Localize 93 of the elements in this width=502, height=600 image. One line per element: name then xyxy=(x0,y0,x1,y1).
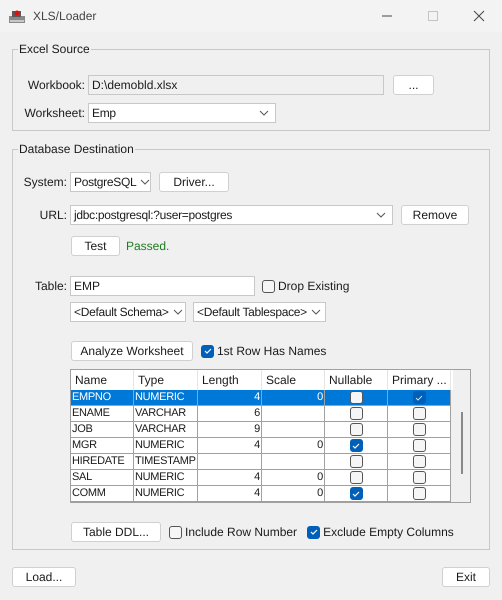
table-cell xyxy=(262,406,325,422)
table-row[interactable]: COMM NUMERIC 4 0 xyxy=(71,486,453,502)
table-cell: NUMERIC xyxy=(134,390,198,406)
checkbox[interactable] xyxy=(350,423,362,436)
table-cell: NUMERIC xyxy=(134,470,198,486)
table-cell: ENAME xyxy=(71,406,134,422)
check-icon xyxy=(204,348,212,354)
checkbox[interactable] xyxy=(350,471,362,484)
table-cell xyxy=(198,454,262,470)
chevron-down-icon xyxy=(376,212,386,218)
worksheet-dropdown[interactable]: Emp xyxy=(88,103,276,123)
table-cell xyxy=(262,454,325,470)
checkbox[interactable] xyxy=(412,423,426,436)
test-button[interactable]: Test xyxy=(71,236,120,256)
checkbox[interactable] xyxy=(412,487,426,500)
group-title: Excel Source xyxy=(18,42,91,56)
checkbox[interactable] xyxy=(412,455,426,468)
table-cell: 0 xyxy=(262,486,325,502)
table-cell: EMPNO xyxy=(71,390,134,406)
checkbox-label: Include Row Number xyxy=(185,524,298,541)
chevron-down-icon xyxy=(259,110,269,116)
table-cell: 0 xyxy=(262,470,325,486)
check-icon xyxy=(352,490,360,496)
browse-button[interactable]: ... xyxy=(393,75,434,95)
checkbox[interactable] xyxy=(307,526,320,538)
app-icon xyxy=(8,8,26,24)
group-title: Database Destination xyxy=(18,142,135,156)
checkbox[interactable] xyxy=(350,407,362,420)
system-dropdown[interactable]: PostgreSQL xyxy=(70,172,151,192)
table-cell: 9 xyxy=(198,422,262,438)
table-ddl-button[interactable]: Table DDL... xyxy=(71,522,161,542)
remove-button[interactable]: Remove xyxy=(401,205,469,225)
table-cell: 0 xyxy=(262,390,325,406)
checkbox[interactable] xyxy=(350,455,362,468)
table-row[interactable]: MGR NUMERIC 4 0 xyxy=(71,438,453,454)
table-cell: VARCHAR xyxy=(134,422,198,438)
field-label: Workbook: xyxy=(26,77,86,94)
table-cell: 4 xyxy=(198,486,262,502)
checkbox[interactable] xyxy=(412,439,426,452)
scrollbar-thumb[interactable] xyxy=(460,412,462,474)
checkbox[interactable] xyxy=(350,439,362,452)
table-cell: 4 xyxy=(198,470,262,486)
field-label: System: xyxy=(22,174,68,191)
exit-button[interactable]: Exit xyxy=(442,567,490,587)
check-icon xyxy=(352,442,360,448)
analyze-button[interactable]: Analyze Worksheet xyxy=(71,341,193,361)
table-cell: 4 xyxy=(198,438,262,454)
checkbox[interactable] xyxy=(412,407,426,420)
status-text: Passed. xyxy=(126,238,170,255)
table-row[interactable]: JOB VARCHAR 9 xyxy=(71,422,453,438)
table-cell: NUMERIC xyxy=(134,438,198,454)
field-label: Table: xyxy=(34,278,68,295)
checkbox-label: Drop Existing xyxy=(278,278,350,295)
driver-button[interactable]: Driver... xyxy=(159,172,229,192)
table-cell: HIREDATE xyxy=(71,454,134,470)
field-label: URL: xyxy=(38,207,68,224)
table-cell: 0 xyxy=(262,438,325,454)
checkbox-label: 1st Row Has Names xyxy=(217,343,326,360)
table-cell: 4 xyxy=(198,390,262,406)
checkbox[interactable] xyxy=(201,344,214,358)
checkbox[interactable] xyxy=(412,391,426,404)
table-row[interactable]: SAL NUMERIC 4 0 xyxy=(71,470,453,486)
table-cell: NUMERIC xyxy=(134,486,198,502)
chevron-down-icon xyxy=(310,309,321,315)
field-label: Worksheet: xyxy=(24,105,86,122)
table-cell xyxy=(262,422,325,438)
check-icon xyxy=(310,529,318,535)
schema-dropdown[interactable]: <Default Schema> xyxy=(70,302,186,322)
checkbox[interactable] xyxy=(350,487,362,500)
chevron-down-icon xyxy=(172,309,183,315)
chevron-down-icon xyxy=(140,179,150,185)
table-field[interactable]: EMP xyxy=(70,276,255,296)
table-cell: COMM xyxy=(71,486,134,502)
checkbox-label: Exclude Empty Columns xyxy=(323,524,454,541)
tablespace-dropdown[interactable]: <Default Tablespace> xyxy=(193,302,326,322)
check-icon xyxy=(415,394,423,400)
table-cell: VARCHAR xyxy=(134,406,198,422)
table-row[interactable]: EMPNO NUMERIC 4 0 xyxy=(71,390,453,406)
table-row[interactable]: HIREDATE TIMESTAMP xyxy=(71,454,453,470)
checkbox[interactable] xyxy=(412,471,426,484)
window-title: XLS/Loader xyxy=(33,8,96,25)
table-cell: MGR xyxy=(71,438,134,454)
checkbox[interactable] xyxy=(350,391,362,404)
table-row[interactable]: ENAME VARCHAR 6 xyxy=(71,406,453,422)
table-cell: 6 xyxy=(198,406,262,422)
workbook-field[interactable]: D:\demobld.xlsx xyxy=(88,75,384,95)
table-cell: SAL xyxy=(71,470,134,486)
url-dropdown[interactable]: jdbc:postgresql:?user=postgres xyxy=(70,205,393,225)
checkbox[interactable] xyxy=(169,526,182,538)
load-button[interactable]: Load... xyxy=(12,567,76,587)
table-cell: JOB xyxy=(71,422,134,438)
table-cell: TIMESTAMP xyxy=(134,454,198,470)
checkbox[interactable] xyxy=(262,280,275,292)
